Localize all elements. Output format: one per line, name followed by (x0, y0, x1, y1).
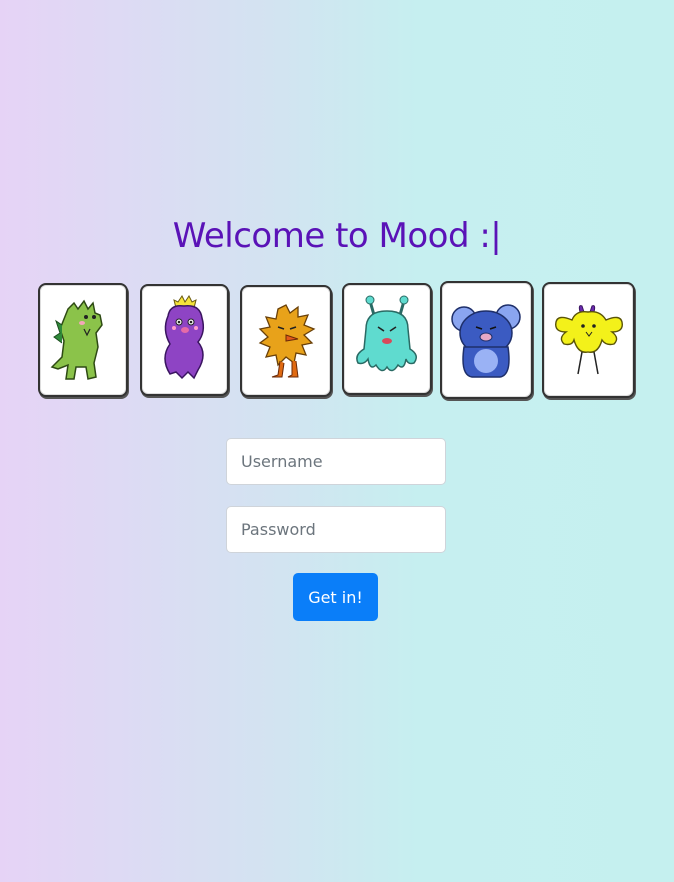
monster-card-2[interactable] (140, 284, 229, 396)
monster-card-4[interactable] (342, 283, 432, 395)
purple-monster-icon (164, 295, 205, 380)
get-in-button[interactable]: Get in! (293, 573, 378, 621)
username-input[interactable] (226, 438, 446, 485)
password-input[interactable] (226, 506, 446, 553)
monster-gallery (36, 280, 636, 400)
monster-card-5[interactable] (440, 281, 533, 399)
blue-koala-icon (451, 304, 521, 378)
orange-fuzzy-monster-icon (258, 304, 316, 378)
page-title: Welcome to Mood :| (172, 216, 502, 256)
monster-card-1[interactable] (38, 283, 128, 397)
green-dino-icon (50, 299, 103, 380)
monster-card-6[interactable] (542, 282, 635, 398)
yellow-bird-icon (555, 305, 623, 375)
teal-alien-icon (356, 295, 417, 372)
monster-card-3[interactable] (240, 285, 332, 397)
